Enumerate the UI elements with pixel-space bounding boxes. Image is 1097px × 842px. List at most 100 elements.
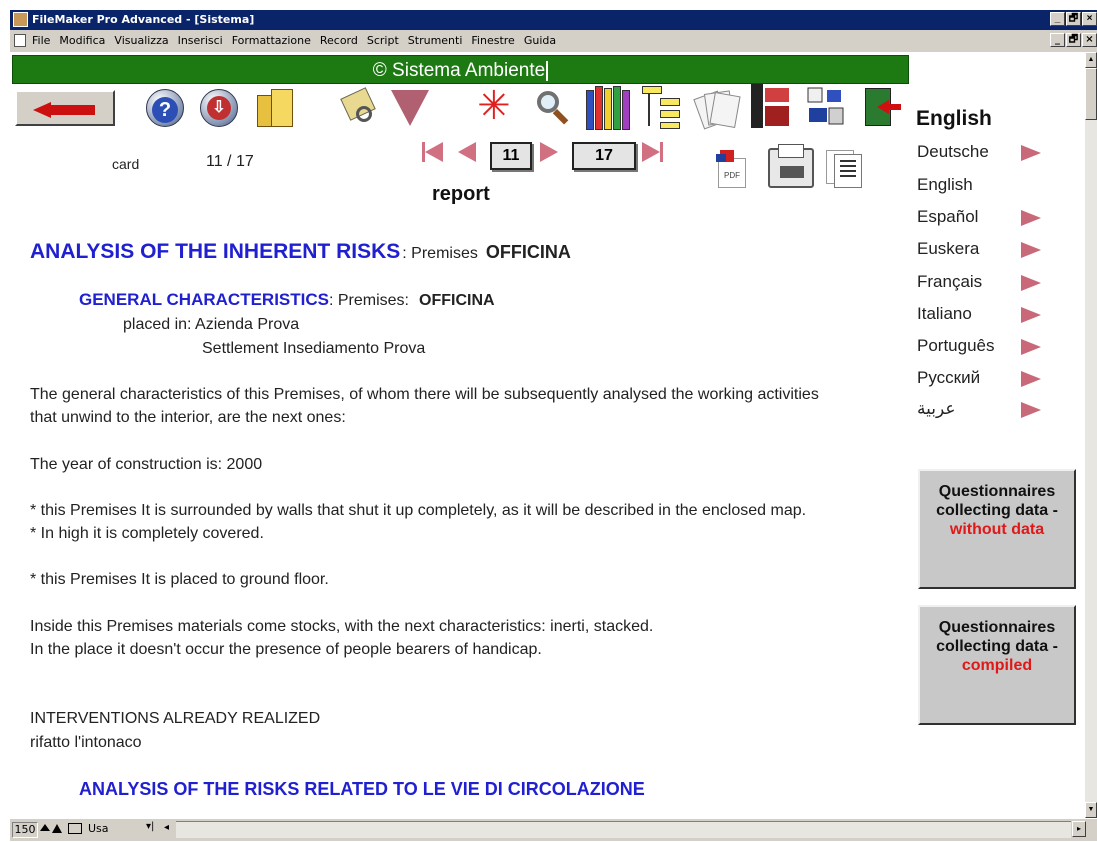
film-icon	[751, 84, 763, 128]
total-records-field: 17	[572, 142, 636, 170]
film-button[interactable]	[749, 82, 793, 130]
scroll-down-icon[interactable]: ▼	[1085, 802, 1097, 818]
vertical-scrollbar[interactable]: ▲ ▼	[1085, 52, 1097, 818]
menu-finestre[interactable]: Finestre	[471, 34, 514, 47]
language-arrow-icon[interactable]	[1021, 210, 1041, 226]
next-record-button[interactable]	[540, 142, 558, 162]
language-arrow-icon[interactable]	[1021, 145, 1041, 161]
horizontal-scrollbar[interactable]	[176, 821, 1071, 838]
language-option[interactable]: Русский	[917, 368, 980, 388]
doc-close-button[interactable]: ×	[1082, 33, 1097, 47]
doc-minimize-button[interactable]: _	[1050, 33, 1065, 47]
asterisk-icon[interactable]: ✳	[477, 86, 511, 126]
scroll-up-icon[interactable]: ▲	[1085, 52, 1097, 68]
questionnaire-status: without data	[949, 521, 1045, 538]
zoom-out-icon[interactable]	[40, 824, 50, 831]
scroll-left-icon[interactable]: ◂	[164, 822, 169, 833]
language-option[interactable]: Español	[917, 207, 978, 227]
download-icon: ⇩	[207, 96, 231, 120]
minimize-button[interactable]: _	[1050, 12, 1065, 26]
exit-button[interactable]	[861, 86, 903, 128]
book-green	[613, 86, 621, 130]
first-record-icon	[425, 142, 443, 162]
help-icon: ?	[152, 97, 178, 123]
zoom-level[interactable]: 150	[12, 822, 38, 838]
section-heading-value: OFFICINA	[419, 292, 495, 309]
search-button[interactable]	[533, 87, 575, 129]
language-arrow-icon[interactable]	[1021, 307, 1041, 323]
main-heading-sub: : Premises	[402, 245, 478, 262]
key-button[interactable]	[340, 87, 384, 128]
film-frame-2	[765, 106, 789, 126]
prev-record-button[interactable]	[458, 142, 476, 162]
tree-line	[648, 94, 650, 126]
status-area-toggle-icon[interactable]	[68, 823, 82, 834]
zoom-in-icon[interactable]	[52, 824, 62, 833]
menu-bar: File Modifica Visualizza Inserisci Forma…	[10, 30, 1097, 52]
books-button[interactable]	[586, 84, 632, 130]
mode-dropdown-icon[interactable]: ▾|	[146, 821, 154, 832]
walls-text: * this Premises It is surrounded by wall…	[30, 502, 807, 519]
questionnaire-compiled-button[interactable]: Questionnaires collecting data - compile…	[918, 605, 1076, 725]
language-option[interactable]: Português	[917, 336, 995, 356]
download-button[interactable]: ⇩	[200, 89, 238, 127]
print-button[interactable]	[768, 144, 814, 188]
key-ring	[356, 106, 372, 122]
menu-inserisci[interactable]: Inserisci	[178, 34, 223, 47]
card-label: card	[112, 156, 140, 172]
doc-restore-button[interactable]: 🗗	[1066, 33, 1081, 47]
mode-label[interactable]: Usa	[88, 822, 109, 835]
language-option[interactable]: Français	[917, 272, 982, 292]
menu-record[interactable]: Record	[320, 34, 358, 47]
questionnaire-line1: Questionnaires	[938, 619, 1056, 636]
language-arrow-icon[interactable]	[1021, 275, 1041, 291]
first-record-button[interactable]	[422, 142, 443, 162]
list-line	[840, 175, 856, 177]
language-arrow-icon[interactable]	[1021, 242, 1041, 258]
language-arrow-icon[interactable]	[1021, 371, 1041, 387]
menu-script[interactable]: Script	[367, 34, 399, 47]
pdf-icon: PDF	[718, 158, 746, 188]
back-button[interactable]	[15, 90, 115, 126]
book-yellow	[604, 88, 612, 130]
current-record-field[interactable]: 11	[490, 142, 532, 170]
tree-node-4	[660, 122, 680, 129]
last-record-icon	[642, 142, 660, 162]
main-heading-title: ANALYSIS OF THE INHERENT RISKS	[30, 240, 401, 263]
menu-modifica[interactable]: Modifica	[59, 34, 105, 47]
printer-icon	[778, 144, 804, 158]
last-record-button[interactable]	[642, 142, 663, 162]
questionnaire-line2: collecting data -	[936, 502, 1058, 519]
header-banner[interactable]: © Sistema Ambiente	[12, 55, 909, 84]
menu-strumenti[interactable]: Strumenti	[408, 34, 463, 47]
restore-button[interactable]: 🗗	[1066, 12, 1081, 26]
document-icon[interactable]	[14, 34, 26, 47]
scroll-thumb[interactable]	[1085, 68, 1097, 120]
pdf-button[interactable]: PDF	[716, 148, 746, 188]
menu-visualizza[interactable]: Visualizza	[114, 34, 168, 47]
language-option[interactable]: Euskera	[917, 239, 979, 259]
disk-button[interactable]	[805, 86, 847, 130]
filter-icon[interactable]	[391, 90, 429, 126]
language-option[interactable]: Italiano	[917, 304, 972, 324]
help-button[interactable]: ?	[146, 89, 184, 127]
menu-guida[interactable]: Guida	[524, 34, 556, 47]
filemaker-app-icon[interactable]	[13, 12, 28, 27]
doors-button[interactable]	[253, 87, 295, 127]
back-arrow-shaft	[49, 105, 95, 115]
close-button[interactable]: ×	[1082, 12, 1097, 26]
language-option[interactable]: Deutsche	[917, 142, 989, 162]
menu-file[interactable]: File	[32, 34, 50, 47]
menu-formattazione[interactable]: Formattazione	[232, 34, 311, 47]
language-option[interactable]: عربية	[917, 399, 956, 419]
language-option[interactable]: English	[917, 175, 973, 195]
list-line	[840, 160, 856, 162]
papers-button[interactable]	[693, 88, 741, 130]
scroll-right-icon[interactable]: ▸	[1072, 821, 1086, 837]
list-view-button[interactable]	[824, 150, 866, 188]
questionnaire-without-data-button[interactable]: Questionnaires collecting data - without…	[918, 469, 1076, 589]
database-tree-button[interactable]	[640, 84, 682, 130]
paragraph-line-1: The general characteristics of this Prem…	[30, 386, 819, 403]
language-arrow-icon[interactable]	[1021, 402, 1041, 418]
language-arrow-icon[interactable]	[1021, 339, 1041, 355]
